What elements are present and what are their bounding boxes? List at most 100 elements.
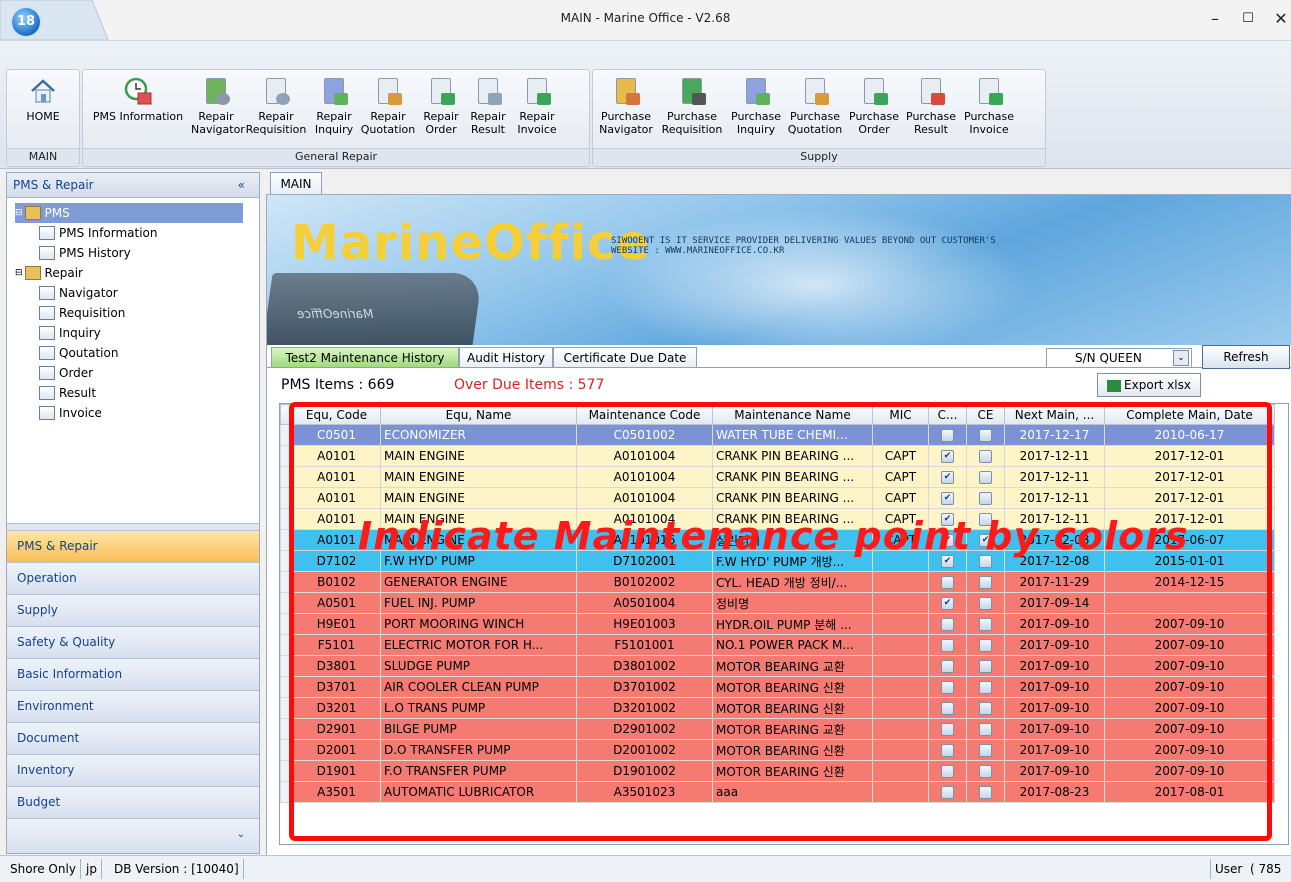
confirm-checkbox[interactable] — [928, 697, 967, 719]
confirm-checkbox[interactable] — [928, 571, 967, 593]
confirm-checkbox[interactable]: ✔ — [928, 487, 967, 509]
tree-node-pms-information[interactable]: PMS Information — [15, 223, 243, 243]
checkbox-icon[interactable] — [979, 723, 992, 736]
nav-budget[interactable]: Budget — [7, 786, 259, 818]
checkbox-icon[interactable]: ✔ — [941, 492, 954, 505]
column-header[interactable]: Complete Main, Date — [1104, 404, 1275, 425]
checkbox-icon[interactable] — [979, 597, 992, 610]
ce-checkbox[interactable] — [966, 634, 1005, 656]
table-row[interactable]: D3801 SLUDGE PUMP D3801002 MOTOR BEARING 교환… — [280, 655, 1275, 677]
checkbox-icon[interactable] — [941, 429, 954, 442]
ce-checkbox[interactable] — [966, 676, 1005, 698]
table-row[interactable]: D2001 D.O TRANSFER PUMP D2001002 MOTOR BEAR… — [280, 739, 1275, 761]
tree-node-pms[interactable]: ⊟ PMS — [15, 203, 243, 223]
repair-quotation-button[interactable]: Repair Quotation — [359, 74, 417, 136]
confirm-checkbox[interactable] — [928, 613, 967, 635]
table-row[interactable]: A0101 MAIN ENGINE A0101004 CRANK PIN BEARIN… — [280, 466, 1275, 488]
ce-checkbox[interactable] — [966, 697, 1005, 719]
repair-invoice-button[interactable]: Repair Invoice — [513, 74, 561, 136]
checkbox-icon[interactable] — [941, 723, 954, 736]
nav-inventory[interactable]: Inventory — [7, 754, 259, 786]
nav-pms-repair[interactable]: PMS & Repair — [7, 530, 259, 562]
checkbox-icon[interactable] — [979, 765, 992, 778]
maximize-button[interactable]: ☐ — [1233, 6, 1263, 32]
table-row[interactable]: B0102 GENERATOR ENGINE B0102002 CYL. HEAD 개… — [280, 571, 1275, 593]
column-header[interactable]: Maintenance Code — [576, 404, 713, 425]
checkbox-icon[interactable] — [979, 639, 992, 652]
tab-certificate-due-date[interactable]: Certificate Due Date — [553, 347, 697, 368]
checkbox-icon[interactable]: ✔ — [941, 450, 954, 463]
table-row[interactable]: H9E01 PORT MOORING WINCH H9E01003 HYDR.OIL … — [280, 613, 1275, 635]
checkbox-icon[interactable] — [941, 639, 954, 652]
checkbox-icon[interactable] — [979, 681, 992, 694]
table-row[interactable]: D1901 F.O TRANSFER PUMP D1901002 MOTOR BEAR… — [280, 760, 1275, 782]
checkbox-icon[interactable] — [979, 429, 992, 442]
table-row[interactable]: A3501 AUTOMATIC LUBRICATOR A3501023 aaa 2017… — [280, 781, 1275, 803]
export-xlsx-button[interactable]: Export xlsx — [1097, 373, 1201, 397]
ce-checkbox[interactable] — [966, 424, 1005, 446]
ce-checkbox[interactable] — [966, 466, 1005, 488]
checkbox-icon[interactable] — [979, 576, 992, 589]
nav-basic-information[interactable]: Basic Information — [7, 658, 259, 690]
confirm-checkbox[interactable]: ✔ — [928, 466, 967, 488]
repair-result-button[interactable]: Repair Result — [465, 74, 511, 136]
table-row[interactable]: › C0501 ECONOMIZER C0501002 WATER TUBE CHEMI… — [280, 424, 1275, 446]
checkbox-icon[interactable] — [979, 702, 992, 715]
checkbox-icon[interactable] — [941, 744, 954, 757]
purchase-navigator-button[interactable]: Purchase Navigator — [595, 74, 657, 136]
confirm-checkbox[interactable] — [928, 655, 967, 677]
checkbox-icon[interactable] — [979, 492, 992, 505]
confirm-checkbox[interactable] — [928, 676, 967, 698]
column-header[interactable]: C... — [928, 404, 967, 425]
column-header[interactable]: Equ, Code — [292, 404, 381, 425]
tree-node-inquiry[interactable]: Inquiry — [15, 323, 243, 343]
confirm-checkbox[interactable] — [928, 760, 967, 782]
column-header[interactable]: Equ, Name — [380, 404, 577, 425]
chevron-down-icon[interactable]: ⌄ — [1173, 350, 1189, 366]
checkbox-icon[interactable] — [941, 681, 954, 694]
tree-node-navigator[interactable]: Navigator — [15, 283, 243, 303]
pms-information-button[interactable]: PMS Information — [85, 74, 191, 123]
tree-node-qoutation[interactable]: Qoutation — [15, 343, 243, 363]
tab-audit-history[interactable]: Audit History — [459, 347, 553, 368]
nav-document[interactable]: Document — [7, 722, 259, 754]
purchase-result-button[interactable]: Purchase Result — [903, 74, 959, 136]
checkbox-icon[interactable] — [941, 765, 954, 778]
ce-checkbox[interactable] — [966, 760, 1005, 782]
confirm-checkbox[interactable]: ✔ — [928, 592, 967, 614]
purchase-requisition-button[interactable]: Purchase Requisition — [657, 74, 727, 136]
table-row[interactable]: D2901 BILGE PUMP D2901002 MOTOR BEARING 교환 2… — [280, 718, 1275, 740]
refresh-button[interactable]: Refresh — [1202, 345, 1290, 369]
repair-inquiry-button[interactable]: Repair Inquiry — [311, 74, 357, 136]
purchase-invoice-button[interactable]: Purchase Invoice — [961, 74, 1017, 136]
table-row[interactable]: D3701 AIR COOLER CLEAN PUMP D3701002 MOTOR … — [280, 676, 1275, 698]
ce-checkbox[interactable] — [966, 781, 1005, 803]
ce-checkbox[interactable] — [966, 613, 1005, 635]
close-button[interactable]: ✕ — [1266, 6, 1291, 32]
ce-checkbox[interactable] — [966, 487, 1005, 509]
confirm-checkbox[interactable] — [928, 718, 967, 740]
purchase-inquiry-button[interactable]: Purchase Inquiry — [729, 74, 783, 136]
nav-environment[interactable]: Environment — [7, 690, 259, 722]
checkbox-icon[interactable] — [941, 618, 954, 631]
checkbox-icon[interactable] — [979, 618, 992, 631]
repair-order-button[interactable]: Repair Order — [419, 74, 463, 136]
table-row[interactable]: F5101 ELECTRIC MOTOR FOR H... F5101001 NO.1… — [280, 634, 1275, 656]
nav-safety-quality[interactable]: Safety & Quality — [7, 626, 259, 658]
ce-checkbox[interactable] — [966, 592, 1005, 614]
ce-checkbox[interactable] — [966, 655, 1005, 677]
checkbox-icon[interactable]: ✔ — [941, 597, 954, 610]
ce-checkbox[interactable] — [966, 718, 1005, 740]
tab-test2-maintenance-history[interactable]: Test2 Maintenance History — [271, 347, 459, 368]
home-button[interactable]: HOME — [7, 74, 79, 123]
vessel-select[interactable]: S/N QUEEN ⌄ — [1046, 348, 1192, 368]
column-header[interactable]: Next Main, ... — [1004, 404, 1105, 425]
purchase-quotation-button[interactable]: Purchase Quotation — [785, 74, 845, 136]
nav-operation[interactable]: Operation — [7, 562, 259, 594]
tree-node-pms-history[interactable]: PMS History — [15, 243, 243, 263]
purchase-order-button[interactable]: Purchase Order — [847, 74, 901, 136]
ce-checkbox[interactable] — [966, 739, 1005, 761]
table-row[interactable]: A0501 FUEL INJ. PUMP A0501004 정비명 ✔ 2017-09-1… — [280, 592, 1275, 614]
confirm-checkbox[interactable]: ✔ — [928, 445, 967, 467]
column-header[interactable]: MIC — [872, 404, 929, 425]
